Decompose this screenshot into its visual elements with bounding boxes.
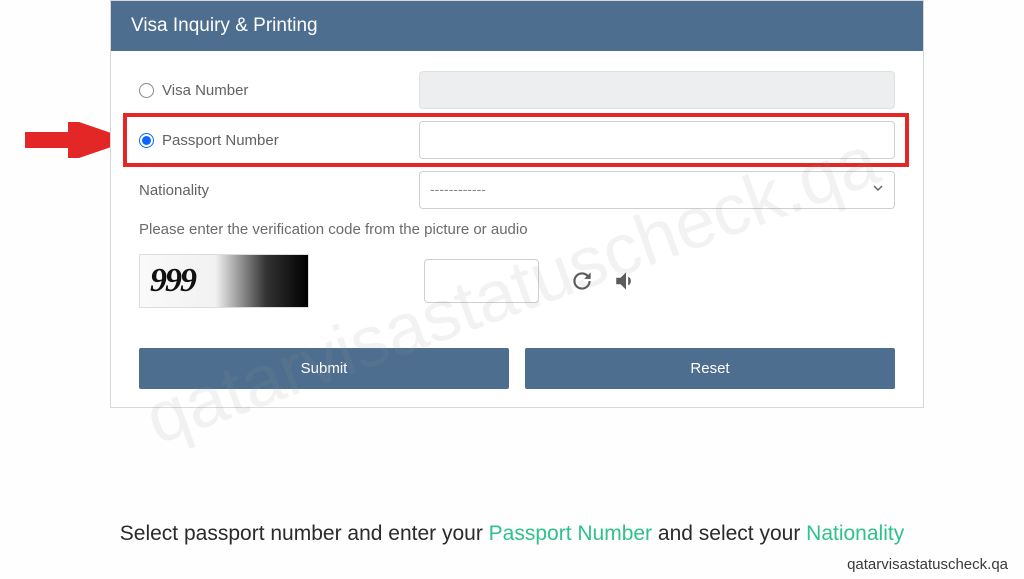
chevron-down-icon (872, 180, 884, 200)
passport-number-label: Passport Number (162, 130, 279, 151)
nationality-row: Nationality ------------ (139, 169, 895, 211)
visa-number-row: Visa Number (139, 69, 895, 111)
captcha-input[interactable] (424, 259, 539, 303)
button-row: Submit Reset (139, 348, 895, 389)
audio-captcha-icon[interactable] (613, 268, 639, 294)
caption-part1: Select passport number and enter your (120, 522, 489, 545)
caption-highlight-passport: Passport Number (489, 522, 652, 545)
panel-body: Visa Number Passport Number Nationality … (111, 51, 923, 407)
refresh-captcha-icon[interactable] (569, 268, 595, 294)
panel-title: Visa Inquiry & Printing (111, 1, 923, 51)
passport-number-row: Passport Number (139, 119, 895, 161)
nationality-select[interactable]: ------------ (419, 171, 895, 209)
footer-source: qatarvisastatuscheck.qa (847, 556, 1008, 573)
instruction-caption: Select passport number and enter your Pa… (0, 518, 1024, 550)
nationality-selected-value: ------------ (430, 180, 486, 200)
submit-button[interactable]: Submit (139, 348, 509, 389)
visa-number-label: Visa Number (162, 80, 248, 101)
caption-highlight-nationality: Nationality (806, 522, 904, 545)
nationality-label: Nationality (139, 180, 209, 201)
caption-part2: and select your (652, 522, 806, 545)
passport-number-input[interactable] (419, 121, 895, 159)
instruction-arrow (25, 122, 110, 163)
captcha-image: 999 (139, 254, 309, 308)
visa-inquiry-panel: Visa Inquiry & Printing Visa Number Pass… (110, 0, 924, 408)
visa-number-input-disabled (419, 71, 895, 109)
captcha-row: 999 (139, 254, 895, 308)
reset-button[interactable]: Reset (525, 348, 895, 389)
verification-instruction: Please enter the verification code from … (139, 219, 895, 240)
visa-number-radio[interactable] (139, 83, 154, 98)
passport-number-radio[interactable] (139, 133, 154, 148)
